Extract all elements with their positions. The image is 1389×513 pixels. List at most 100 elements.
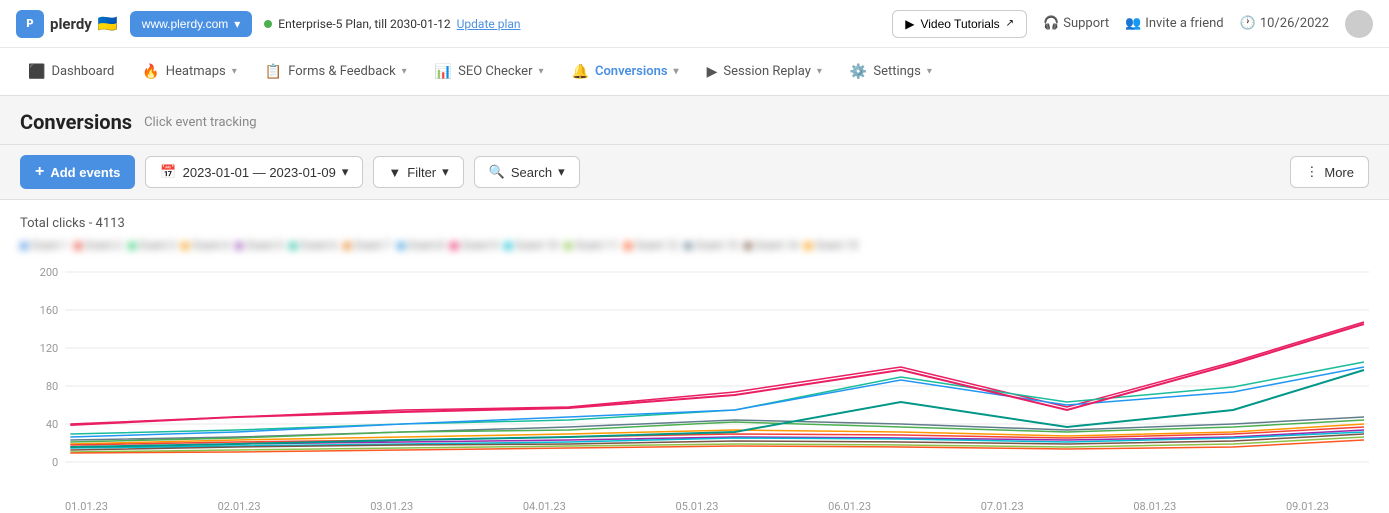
legend-item: Event 9: [450, 239, 498, 252]
seo-icon: 📊: [435, 64, 452, 80]
svg-text:160: 160: [40, 304, 59, 317]
chevron-down-icon: ▾: [817, 66, 822, 77]
legend-item: Event 2: [74, 239, 122, 252]
chevron-down-icon: ▾: [927, 66, 932, 77]
chevron-down-icon: ▾: [538, 66, 543, 77]
filter-label: Filter: [407, 165, 436, 180]
sidebar-item-forms[interactable]: 📋 Forms & Feedback ▾: [253, 56, 419, 88]
dashboard-icon: ⬛: [28, 64, 45, 80]
chevron-down-icon: ▾: [402, 66, 407, 77]
calendar-icon: 📅: [160, 164, 176, 180]
heatmaps-icon: 🔥: [142, 64, 159, 80]
nav-seo-label: SEO Checker: [458, 64, 532, 79]
x-labels: 01.01.23 02.01.23 03.01.23 04.01.23 05.01.23…: [20, 496, 1369, 513]
x-label: 01.01.23: [65, 500, 108, 513]
filter-button[interactable]: ▼ Filter ▾: [373, 156, 463, 188]
page-title: Conversions: [20, 110, 132, 134]
x-label: 06.01.23: [828, 500, 871, 513]
sidebar-item-dashboard[interactable]: ⬛ Dashboard: [16, 56, 126, 88]
x-label: 03.01.23: [370, 500, 413, 513]
total-clicks-label: Total clicks - 4113: [20, 216, 125, 231]
external-link-icon: ↗: [1006, 18, 1014, 29]
plan-info: Enterprise-5 Plan, till 2030-01-12 Updat…: [264, 17, 520, 31]
invite-link[interactable]: 👥 Invite a friend: [1125, 16, 1224, 31]
legend-item: Event 1: [20, 239, 68, 252]
date-range-label: 2023-01-01 — 2023-01-09: [183, 165, 336, 180]
add-events-button[interactable]: + Add events: [20, 155, 135, 189]
date-display: 🕐 10/26/2022: [1240, 16, 1329, 31]
filter-icon: ▼: [388, 165, 401, 180]
plan-text: Enterprise-5 Plan, till 2030-01-12: [278, 17, 450, 31]
invite-label: Invite a friend: [1145, 16, 1223, 31]
svg-text:80: 80: [46, 380, 58, 393]
plan-dot: [264, 20, 272, 28]
chevron-down-icon: ▾: [232, 66, 237, 77]
legend-item: Event 7: [343, 239, 391, 252]
nav-dashboard-label: Dashboard: [51, 64, 114, 79]
x-label: 08.01.23: [1133, 500, 1176, 513]
svg-text:120: 120: [40, 342, 59, 355]
sidebar-item-seo[interactable]: 📊 SEO Checker ▾: [423, 56, 556, 88]
legend-item: Event 13: [684, 239, 738, 252]
video-tutorials-label: Video Tutorials: [920, 17, 999, 31]
chevron-down-icon: ▾: [674, 66, 679, 77]
site-selector[interactable]: www.plerdy.com ▾: [130, 11, 253, 37]
svg-text:200: 200: [40, 266, 59, 279]
sidebar-item-heatmaps[interactable]: 🔥 Heatmaps ▾: [130, 56, 248, 88]
topbar-right: ▶ Video Tutorials ↗ 🎧 Support 👥 Invite a…: [892, 10, 1373, 38]
nav-heatmaps-label: Heatmaps: [166, 64, 226, 79]
x-label: 02.01.23: [218, 500, 261, 513]
more-dots-icon: ⋮: [1305, 164, 1318, 180]
video-tutorials-button[interactable]: ▶ Video Tutorials ↗: [892, 10, 1027, 38]
video-icon: ▶: [905, 17, 914, 31]
sidebar-item-settings[interactable]: ⚙️ Settings ▾: [838, 56, 944, 88]
chevron-down-icon: ▾: [442, 164, 449, 180]
sidebar-item-conversions[interactable]: 🔔 Conversions ▾: [560, 56, 691, 88]
chart-container: Total clicks - 4113 Event 1 Event 2 Event …: [0, 200, 1389, 513]
plus-icon: +: [35, 163, 44, 181]
nav-conversions-label: Conversions: [595, 64, 668, 79]
search-button[interactable]: 🔍 Search ▾: [474, 156, 580, 188]
date-range-picker[interactable]: 📅 2023-01-01 — 2023-01-09 ▾: [145, 156, 363, 188]
toolbar: + Add events 📅 2023-01-01 — 2023-01-09 ▾…: [0, 145, 1389, 200]
chart-area: 200 160 120 80 40 0: [20, 262, 1369, 496]
legend-item: Event 4: [181, 239, 229, 252]
support-link[interactable]: 🎧 Support: [1043, 16, 1109, 31]
legend-item: Event 6: [289, 239, 337, 252]
date-text: 10/26/2022: [1260, 16, 1329, 31]
more-button[interactable]: ⋮ More: [1290, 156, 1369, 188]
svg-text:0: 0: [52, 456, 58, 469]
site-selector-chevron: ▾: [234, 17, 240, 31]
avatar[interactable]: [1345, 10, 1373, 38]
x-label: 05.01.23: [676, 500, 719, 513]
page-header: Conversions Click event tracking: [0, 96, 1389, 145]
forms-icon: 📋: [265, 64, 282, 80]
navbar: ⬛ Dashboard 🔥 Heatmaps ▾ 📋 Forms & Feedb…: [0, 48, 1389, 96]
sidebar-item-session-replay[interactable]: ▶ Session Replay ▾: [695, 56, 834, 88]
clock-icon: 🕐: [1240, 16, 1256, 31]
support-icon: 🎧: [1043, 16, 1059, 31]
ua-flag: 🇺🇦: [98, 14, 118, 33]
legend-item: Event 11: [564, 239, 618, 252]
topbar: P plerdy 🇺🇦 www.plerdy.com ▾ Enterprise-…: [0, 0, 1389, 48]
x-label: 04.01.23: [523, 500, 566, 513]
legend-item: Event 3: [128, 239, 176, 252]
more-label: More: [1324, 165, 1354, 180]
logo: P plerdy 🇺🇦: [16, 10, 118, 38]
x-label: 07.01.23: [981, 500, 1024, 513]
legend-item: Event 14: [744, 239, 798, 252]
conversions-icon: 🔔: [572, 64, 589, 80]
legend-item: Event 15: [804, 239, 858, 252]
settings-icon: ⚙️: [850, 64, 867, 80]
nav-settings-label: Settings: [873, 64, 920, 79]
search-icon: 🔍: [489, 164, 505, 180]
plan-link[interactable]: Update plan: [457, 17, 521, 31]
logo-icon: P: [16, 10, 44, 38]
nav-session-replay-label: Session Replay: [723, 64, 811, 79]
add-events-label: Add events: [50, 165, 120, 180]
svg-text:40: 40: [46, 418, 58, 431]
session-replay-icon: ▶: [707, 64, 718, 80]
chevron-down-icon: ▾: [558, 164, 565, 180]
support-label: Support: [1063, 16, 1109, 31]
search-label: Search: [511, 165, 552, 180]
